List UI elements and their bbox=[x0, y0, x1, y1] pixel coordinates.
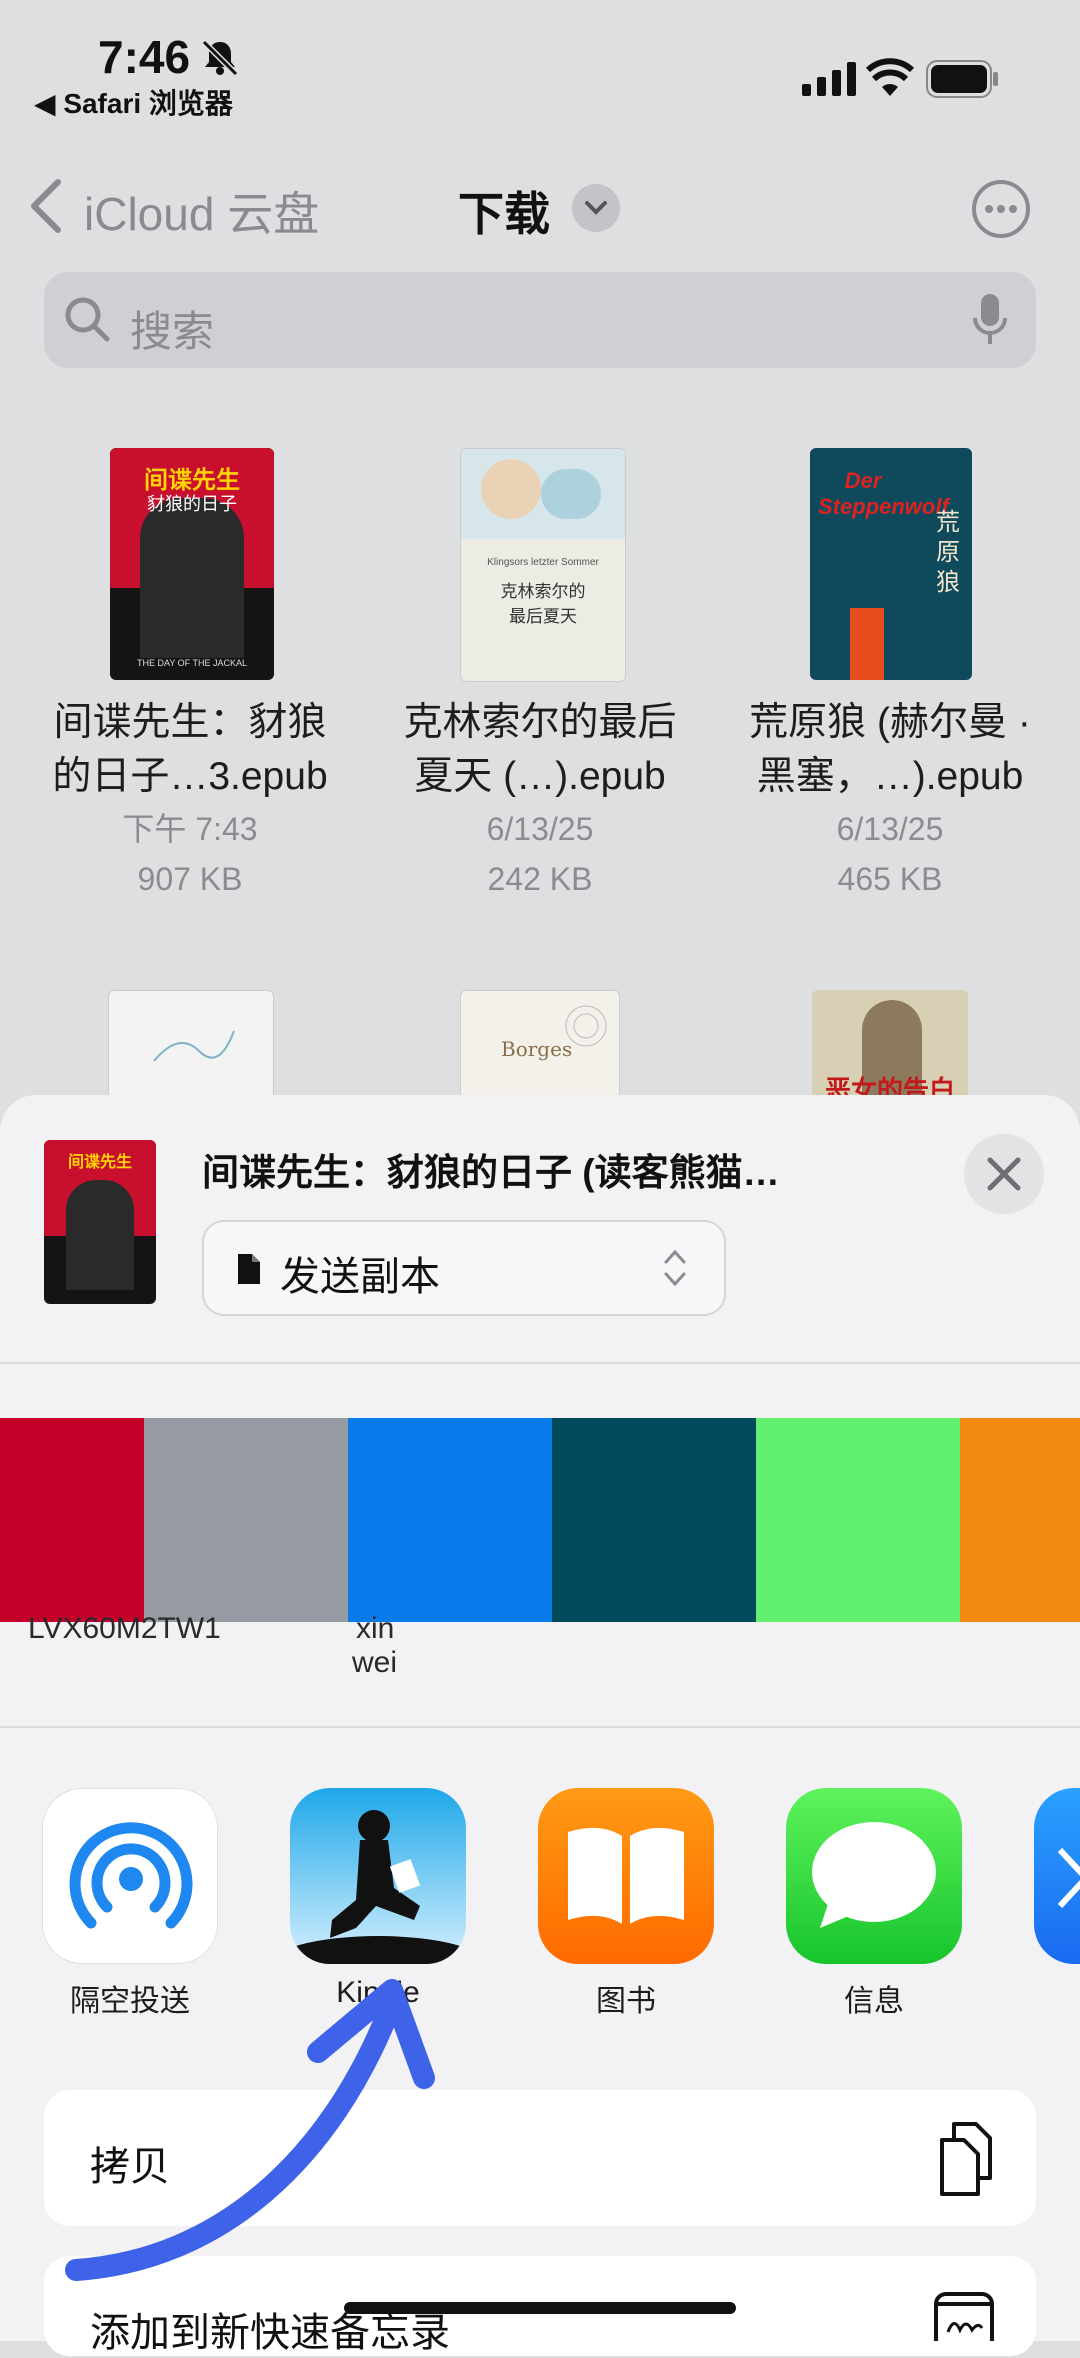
messages-icon bbox=[786, 1788, 962, 1964]
color-block bbox=[144, 1418, 348, 1622]
file-name-line1: 荒原狼 (赫尔曼 · bbox=[749, 701, 1031, 744]
color-block bbox=[0, 1418, 144, 1622]
battery-icon bbox=[926, 60, 998, 98]
chevron-up-down-icon bbox=[664, 1249, 686, 1287]
book-cover: Der Steppenwolf 荒原狼 bbox=[810, 448, 972, 680]
home-indicator bbox=[344, 2302, 736, 2314]
share-app-books[interactable]: 图书 bbox=[538, 1788, 714, 2018]
wifi-icon bbox=[866, 58, 914, 96]
file-date: 6/13/25 bbox=[836, 811, 944, 847]
silent-bell-icon bbox=[201, 39, 239, 77]
file-date: 6/13/25 bbox=[486, 811, 594, 847]
share-app-airdrop[interactable]: 隔空投送 bbox=[42, 1788, 218, 2018]
search-placeholder: 搜索 bbox=[130, 308, 215, 355]
chevron-down-icon bbox=[585, 201, 607, 215]
book-cover[interactable]: Borges bbox=[460, 990, 620, 1102]
color-block bbox=[552, 1418, 756, 1622]
contact-name-line2[interactable]: wei bbox=[352, 1646, 397, 1680]
cover-title: 荒原狼 bbox=[936, 509, 960, 596]
search-icon bbox=[65, 297, 110, 342]
share-app-partial[interactable] bbox=[1034, 1788, 1080, 1964]
cover-subtitle: Klingsors letzter Sommer bbox=[487, 557, 599, 568]
send-option-label: 发送副本 bbox=[280, 1255, 440, 1299]
color-block bbox=[960, 1418, 1080, 1622]
airdrop-glyph bbox=[69, 1822, 193, 1929]
share-item-thumbnail: 间谍先生 bbox=[44, 1140, 156, 1304]
document-icon bbox=[238, 1254, 260, 1284]
airdrop-icon bbox=[42, 1788, 218, 1964]
divider bbox=[0, 1362, 1080, 1364]
cover-footer: THE DAY OF THE JACKAL bbox=[136, 658, 248, 668]
kindle-glyph bbox=[290, 1810, 466, 1964]
app-label: 图书 bbox=[596, 1985, 656, 2018]
file-name-line2: 的日子…3.epub bbox=[52, 755, 328, 798]
file-name-line2: 夏天 (…).epub bbox=[414, 755, 666, 798]
divider bbox=[0, 1726, 1080, 1728]
book-cover[interactable] bbox=[108, 990, 274, 1102]
contact-avatar-strip[interactable] bbox=[0, 1418, 1080, 1622]
more-options-button[interactable] bbox=[972, 180, 1030, 238]
status-time: 7:46 bbox=[98, 31, 191, 83]
quick-note-icon bbox=[934, 2292, 994, 2341]
kindle-icon bbox=[290, 1788, 466, 1964]
share-app-kindle[interactable]: Kindle bbox=[290, 1788, 466, 2009]
cellular-signal-icon bbox=[802, 62, 856, 96]
contact-name-line1[interactable]: xin bbox=[356, 1612, 394, 1646]
copy-icon bbox=[940, 2122, 992, 2196]
cover-title: 克林索尔的最后夏天 bbox=[500, 582, 586, 627]
book-cover[interactable]: 恶女的告白 bbox=[812, 990, 968, 1100]
nav-back-label[interactable]: iCloud 云盘 bbox=[84, 178, 319, 244]
book-cover: 间谍先生 豺狼的日子 THE DAY OF THE JACKAL bbox=[110, 448, 274, 680]
back-chevron-icon[interactable] bbox=[20, 176, 76, 236]
file-date: 下午 7:43 bbox=[122, 811, 258, 847]
cover-subtitle: Der Steppenwolf bbox=[818, 468, 949, 519]
cover-subtitle: 豺狼的日子 bbox=[147, 494, 237, 514]
file-name-line1: 间谍先生：豺狼 bbox=[53, 701, 327, 744]
messages-glyph bbox=[812, 1822, 936, 1928]
file-name-line2: 黑塞，…).epub bbox=[756, 755, 1024, 798]
mail-icon bbox=[1058, 1848, 1080, 1908]
cover-illustration bbox=[153, 1030, 235, 1062]
file-name-line1: 克林索尔的最后 bbox=[403, 701, 677, 744]
cover-title: 间谍先生 bbox=[67, 1154, 132, 1171]
color-block bbox=[756, 1418, 960, 1622]
file-size: 465 KB bbox=[837, 861, 943, 897]
books-icon bbox=[538, 1788, 714, 1964]
share-item-title: 间谍先生：豺狼的日子 (读客熊猫… bbox=[202, 1152, 780, 1193]
file-size: 907 KB bbox=[137, 861, 243, 897]
app-label: 信息 bbox=[844, 1985, 904, 2018]
color-block bbox=[348, 1418, 552, 1622]
share-app-messages[interactable]: 信息 bbox=[786, 1788, 962, 2018]
title-menu-button[interactable] bbox=[572, 184, 620, 232]
back-to-safari[interactable]: ◀ Safari 浏览器 bbox=[34, 82, 233, 122]
close-icon bbox=[987, 1157, 1021, 1191]
microphone-icon[interactable] bbox=[972, 292, 1008, 348]
contact-name[interactable]: LVX60M2TW1 bbox=[28, 1612, 221, 1646]
book-cover: Klingsors letzter Sommer 克林索尔的最后夏天 bbox=[460, 448, 626, 682]
ellipsis-icon bbox=[985, 205, 1017, 213]
books-glyph bbox=[568, 1827, 684, 1924]
cover-illustration bbox=[565, 1005, 607, 1047]
page-title[interactable]: 下载 bbox=[458, 178, 550, 244]
annotation-arrow-icon bbox=[65, 1979, 435, 2281]
file-size: 242 KB bbox=[487, 861, 593, 897]
close-button[interactable] bbox=[964, 1134, 1044, 1214]
